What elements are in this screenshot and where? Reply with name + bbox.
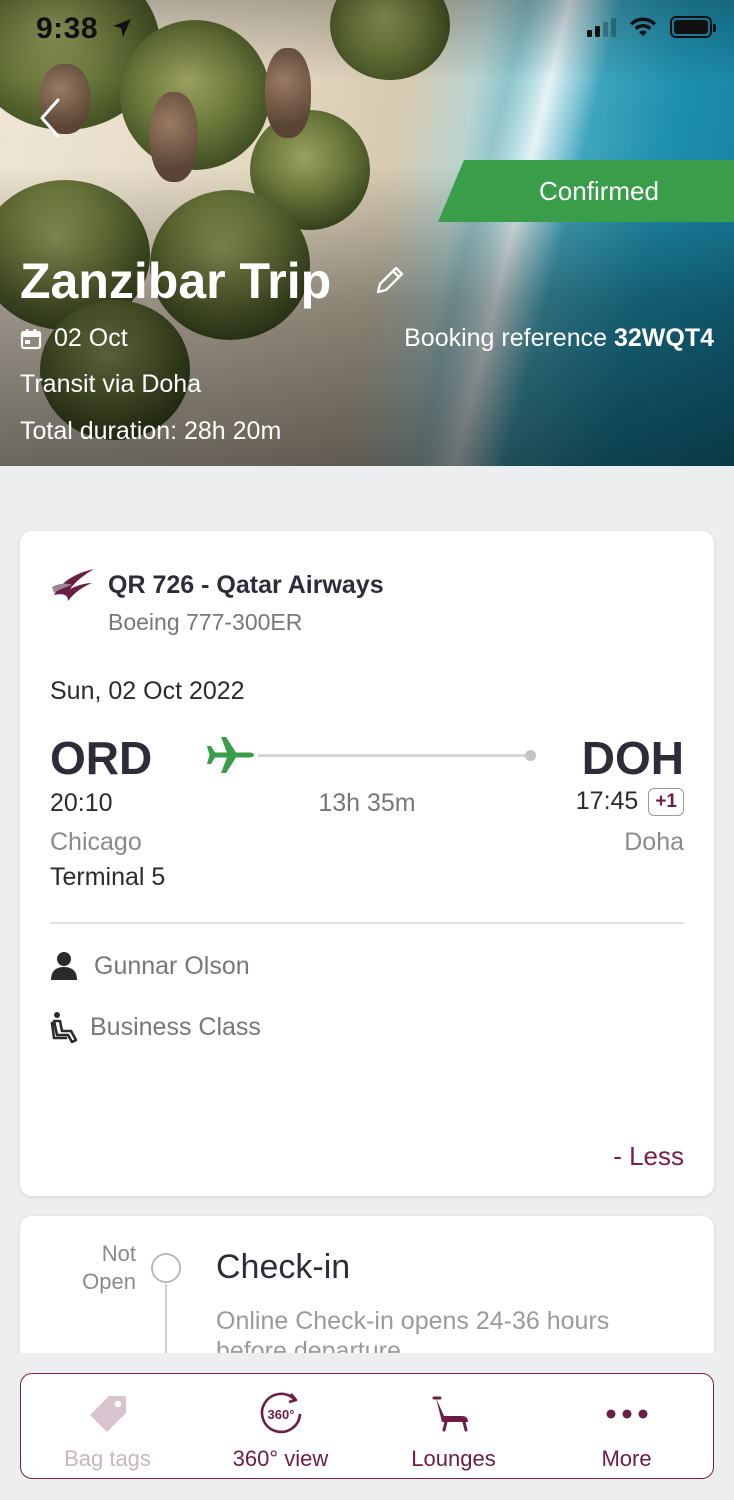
booking-reference: Booking reference 32WQT4: [404, 324, 714, 353]
nav-lounges[interactable]: Lounges: [367, 1374, 540, 1478]
bottom-action-bar: Bag tags 360° 360° view Lounges More: [20, 1373, 714, 1479]
tag-icon: [84, 1390, 132, 1438]
less-toggle-link[interactable]: - Less: [613, 1141, 684, 1172]
trip-title: Zanzibar Trip: [20, 253, 332, 309]
arrival-time: 17:45: [575, 787, 639, 815]
destination-city: Doha: [624, 828, 684, 856]
status-badge: Confirmed: [438, 160, 734, 222]
status-time-text: 9:38: [36, 12, 99, 45]
flight-date: Sun, 02 Oct 2022: [50, 677, 245, 705]
passenger-name: Gunnar Olson: [94, 951, 250, 980]
step-connector-line: [165, 1284, 167, 1364]
booking-reference-label: Booking reference: [404, 324, 608, 352]
flight-card: QR 726 - Qatar Airways Boeing 777-300ER …: [20, 531, 714, 1196]
nav-label: More: [601, 1446, 652, 1471]
trip-hero-banner: 9:38 Confirmed Zanzibar Trip 02 Oct Book…: [0, 0, 734, 466]
person-icon: [51, 952, 77, 980]
airplane-icon: [207, 737, 254, 773]
cabin-class: Business Class: [90, 1012, 261, 1041]
origin-airport-code: ORD: [50, 732, 153, 784]
nav-bag-tags[interactable]: Bag tags: [21, 1374, 194, 1478]
svg-text:360°: 360°: [267, 1407, 294, 1422]
route-end-dot: [525, 750, 536, 761]
location-arrow-icon: [112, 19, 131, 37]
calendar-icon: [20, 328, 42, 349]
wifi-icon: [630, 17, 656, 36]
flight-heading: QR 726 - Qatar Airways: [108, 571, 384, 600]
card-divider: [50, 922, 684, 924]
step-indicator-circle: [151, 1253, 181, 1283]
lounge-chair-icon: [430, 1390, 478, 1438]
destination-airport-code: DOH: [581, 732, 684, 784]
seat-icon: [50, 1012, 78, 1043]
aircraft-type: Boeing 777-300ER: [108, 609, 303, 635]
nav-360-view[interactable]: 360° 360° view: [194, 1374, 367, 1478]
360-icon: 360°: [257, 1390, 305, 1438]
nav-more[interactable]: More: [540, 1374, 713, 1478]
edit-pencil-icon[interactable]: [372, 262, 408, 298]
cellular-signal-icon: [587, 17, 616, 37]
nav-label: 360° view: [232, 1446, 329, 1471]
route-track: [258, 754, 530, 757]
trip-date: 02 Oct: [20, 324, 128, 353]
trip-date-text: 02 Oct: [54, 324, 128, 352]
flight-number: QR 726: [108, 571, 195, 599]
passenger-row: Gunnar Olson: [50, 951, 250, 981]
status-bar-time: 9:38: [36, 12, 133, 46]
flight-separator: -: [194, 571, 217, 599]
origin-city: Chicago: [50, 828, 142, 856]
nav-label: Lounges: [411, 1446, 496, 1471]
qatar-airways-logo-icon: [52, 569, 94, 601]
route-line: [206, 735, 536, 775]
transit-info: Transit via Doha: [20, 370, 202, 398]
checkin-title: Check-in: [216, 1248, 351, 1286]
back-chevron-icon[interactable]: [34, 96, 74, 140]
nav-label: Bag tags: [64, 1446, 151, 1471]
arrival-time-group: 17:45 +1: [576, 787, 684, 816]
battery-icon: [670, 16, 716, 38]
booking-reference-code: 32WQT4: [613, 324, 714, 352]
more-dots-icon: [603, 1390, 651, 1438]
status-bar-icons: [587, 16, 716, 38]
checkin-status: Not Open: [82, 1241, 136, 1294]
cabin-class-row: Business Class: [50, 1011, 261, 1043]
total-duration: Total duration: 28h 20m: [20, 417, 282, 445]
day-offset-badge: +1: [648, 787, 684, 816]
origin-terminal: Terminal 5: [50, 863, 166, 891]
airline-name: Qatar Airways: [216, 571, 384, 599]
